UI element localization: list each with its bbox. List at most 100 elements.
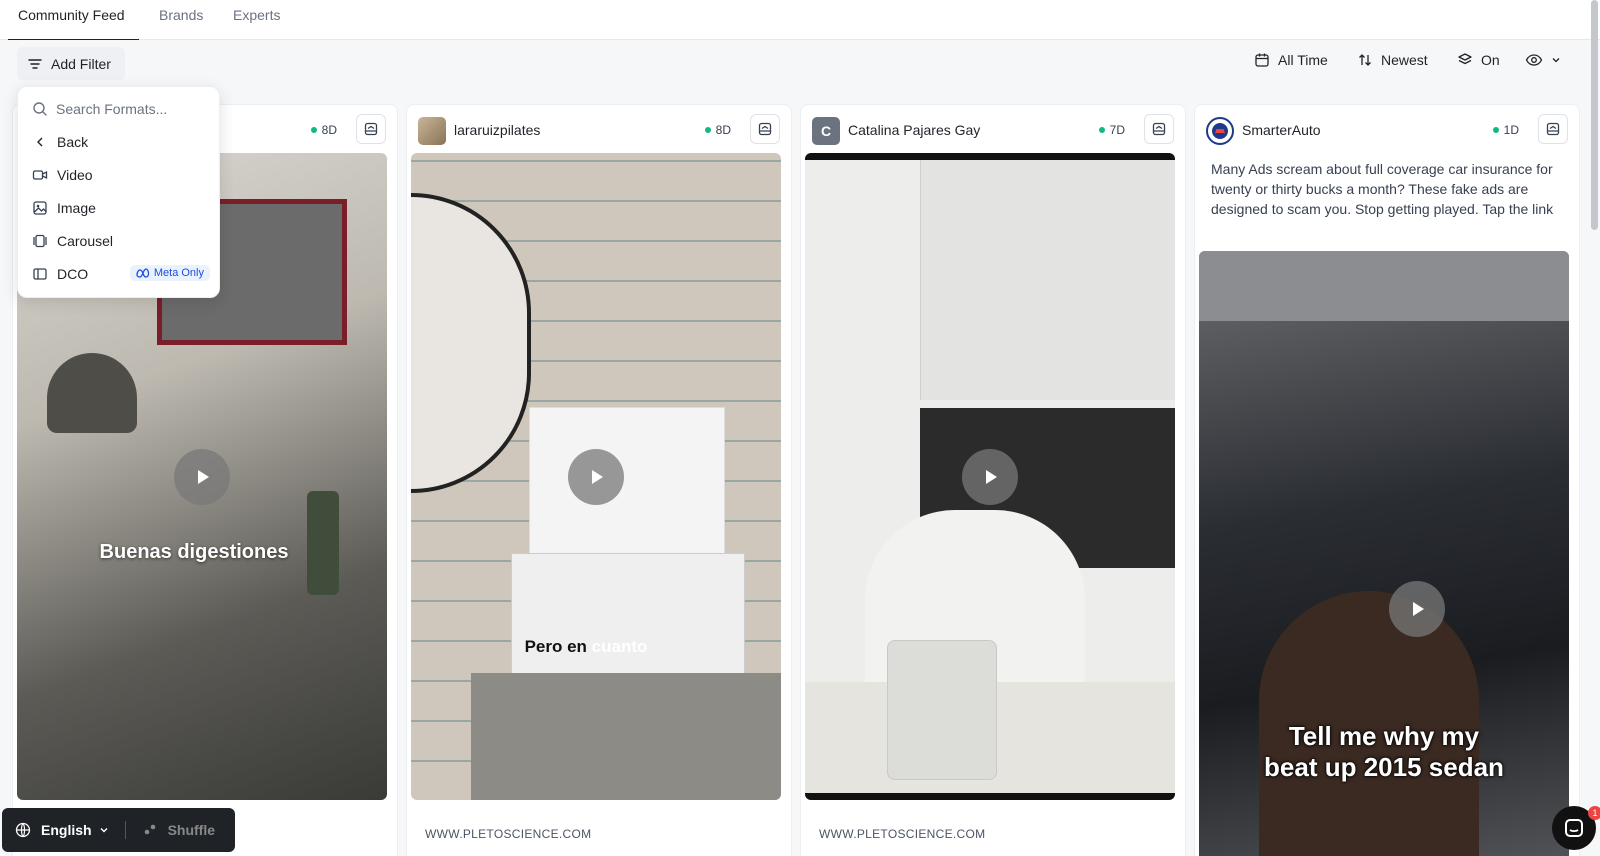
layers-toggle-label: On (1481, 52, 1500, 68)
calendar-icon (1255, 53, 1269, 67)
menu-back[interactable]: Back (32, 131, 210, 153)
notification-badge: 1 (1588, 806, 1600, 820)
shuffle-icon (144, 824, 155, 835)
ad-video-thumbnail[interactable] (805, 153, 1175, 800)
product-pouch-shape (887, 640, 997, 780)
play-icon (1413, 602, 1424, 616)
card-header: SmarterAuto 1D (1195, 105, 1579, 153)
divider (124, 821, 126, 839)
save-button[interactable] (1144, 114, 1174, 144)
dco-icon (33, 268, 47, 280)
card-age: 7D (1098, 123, 1125, 137)
menu-item-video[interactable]: Video (32, 164, 210, 186)
ad-card[interactable]: C Catalina Pajares Gay 7D WWW.PLETOSCIEN… (800, 104, 1186, 856)
menu-item-label: DCO (57, 266, 89, 282)
sort-button[interactable]: Newest (1357, 52, 1428, 68)
save-button[interactable] (356, 114, 386, 144)
ad-url[interactable]: WWW.PLETOSCIENCE.COM (819, 827, 985, 841)
card-age: 1D (1492, 123, 1519, 137)
sort-arrows-icon (1359, 54, 1371, 66)
ad-url[interactable]: WWW.PLETOSCIENCE.COM (425, 827, 591, 841)
video-caption: Buenas digestiones (99, 541, 289, 563)
video-caption-line: beat up 2015 sedan (1264, 752, 1504, 782)
box-base-shape (511, 553, 745, 683)
ad-card[interactable]: SmarterAuto 1D Many Ads scream about ful… (1194, 104, 1580, 856)
feed-tabs: Community Feed Brands Experts (0, 0, 1600, 40)
video-icon (32, 170, 48, 180)
play-button[interactable] (1389, 581, 1445, 637)
video-caption-part: Pero en (524, 637, 592, 656)
card-header: C Catalina Pajares Gay 7D (801, 105, 1185, 153)
save-icon (1546, 122, 1560, 136)
save-button[interactable] (1538, 114, 1568, 144)
format-search-input[interactable] (56, 101, 206, 117)
street-shape (1199, 251, 1569, 321)
chat-icon (1565, 819, 1583, 837)
play-icon (198, 469, 209, 484)
layers-icon (1458, 53, 1472, 65)
language-selector[interactable]: English (41, 822, 92, 838)
visibility-dropdown[interactable] (1525, 52, 1561, 68)
chevron-down-icon (100, 828, 108, 833)
card-author[interactable]: SmarterAuto (1242, 122, 1321, 138)
avatar: C (812, 117, 840, 145)
tab-community-feed[interactable]: Community Feed (8, 0, 139, 40)
ad-card[interactable]: lararuizpilates 8D Pero en cuanto WWW.PL… (406, 104, 792, 856)
play-button[interactable] (568, 448, 624, 505)
time-range-label: All Time (1278, 52, 1328, 68)
menu-item-label: Image (57, 200, 96, 216)
save-icon (364, 122, 378, 136)
live-dot (1098, 127, 1105, 133)
save-icon (758, 122, 772, 136)
card-age-label: 8D (715, 123, 731, 137)
ad-video-thumbnail[interactable]: Pero en cuanto (411, 153, 781, 800)
format-filter-menu: Back Video Image Carousel DCO Meta Only (17, 86, 220, 298)
menu-item-label: Carousel (57, 233, 114, 249)
beanie-shape (47, 353, 137, 433)
tab-brands[interactable]: Brands (159, 0, 203, 40)
play-button[interactable] (174, 448, 230, 505)
image-icon (33, 201, 47, 215)
card-header: lararuizpilates 8D (407, 105, 791, 153)
add-filter-button[interactable]: Add Filter (17, 47, 125, 80)
ad-video-thumbnail[interactable]: Tell me why my beat up 2015 sedan (1199, 251, 1569, 856)
menu-back-label: Back (57, 134, 89, 150)
shuffle-button[interactable]: Shuffle (168, 822, 215, 838)
play-button[interactable] (962, 448, 1018, 505)
card-age: 8D (704, 123, 731, 137)
live-dot (1492, 127, 1499, 133)
add-filter-label: Add Filter (51, 55, 111, 72)
eye-icon (1525, 54, 1543, 66)
save-button[interactable] (750, 114, 780, 144)
card-age-label: 7D (1109, 123, 1125, 137)
search-icon (33, 102, 47, 116)
language-bar: English Shuffle (2, 808, 235, 852)
menu-item-image[interactable]: Image (32, 197, 210, 219)
layers-toggle-button[interactable]: On (1457, 52, 1500, 68)
menu-item-label: Video (57, 167, 93, 183)
menu-item-dco[interactable]: DCO Meta Only (32, 263, 210, 285)
video-caption: Pero en cuanto (411, 637, 771, 657)
live-dot (310, 127, 317, 133)
card-author[interactable]: Catalina Pajares Gay (848, 122, 980, 138)
live-dot (704, 127, 711, 133)
scrollbar[interactable] (1591, 0, 1598, 230)
play-icon (592, 469, 603, 484)
video-caption: Tell me why my beat up 2015 sedan (1199, 721, 1569, 783)
clothing-shape (471, 673, 781, 800)
card-author[interactable]: lararuizpilates (454, 122, 540, 138)
box-lid-shape (529, 407, 725, 575)
filter-icon (28, 58, 42, 69)
card-age-label: 1D (1503, 123, 1519, 137)
toolbar: Add Filter All Time Newest On (0, 40, 1600, 87)
tab-experts[interactable]: Experts (233, 0, 280, 40)
meta-only-label: Meta Only (153, 267, 204, 279)
chevron-down-icon (1552, 58, 1560, 63)
mirror-shape (411, 193, 531, 493)
sort-label: Newest (1381, 52, 1428, 68)
menu-item-carousel[interactable]: Carousel (32, 230, 210, 252)
carousel-icon (33, 234, 47, 248)
avatar (1206, 117, 1234, 145)
time-range-button[interactable]: All Time (1254, 52, 1328, 68)
save-icon (1152, 122, 1166, 136)
